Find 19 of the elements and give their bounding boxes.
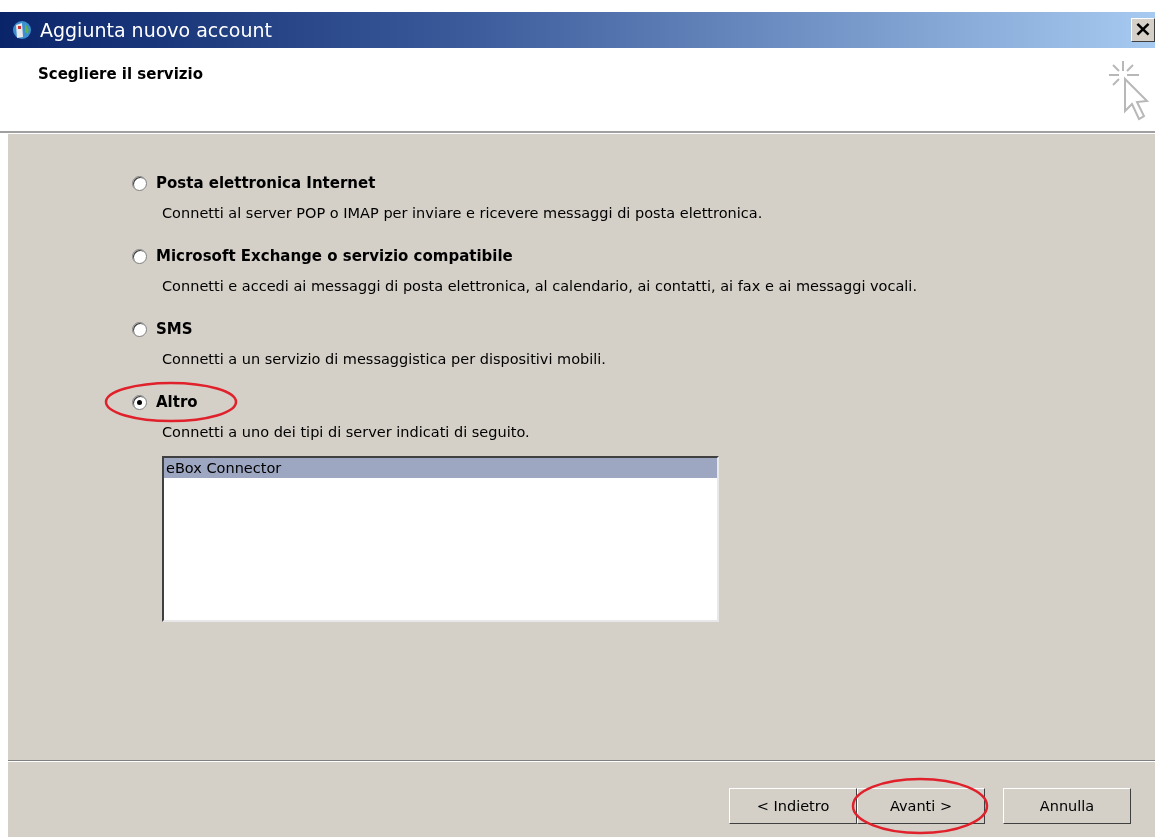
option-description: Connetti al server POP o IMAP per inviare e ricevere messaggi di posta elettronica. (162, 205, 764, 221)
option-description: Connetti a uno dei tipi di server indicati di seguito. (162, 424, 531, 440)
option-description: Connetti e accedi ai messaggi di posta elettronica, al calendario, ai contatti, ai fax e ai messaggi vocali. (162, 278, 918, 294)
window-title: Aggiunta nuovo account (40, 19, 272, 41)
option-label: Microsoft Exchange o servizio compatibile (156, 247, 513, 265)
radio-button[interactable] (132, 248, 147, 264)
globe-icon (10, 19, 32, 41)
option-label: Altro (156, 393, 198, 411)
wizard-button[interactable]: Avanti > (857, 787, 985, 824)
option-description: Connetti a un servizio di messaggistica per dispositivi mobili. (162, 351, 607, 367)
server-list[interactable]: eBox Connector (162, 456, 719, 622)
wizard-button[interactable]: < Indietro (729, 787, 857, 824)
list-item[interactable]: eBox Connector (164, 458, 717, 478)
radio-button[interactable] (132, 394, 147, 410)
close-button[interactable]: × (1131, 18, 1155, 42)
wizard-button[interactable]: Annulla (1003, 787, 1131, 824)
page-heading: Scegliere il servizio (38, 65, 203, 85)
option-label: Posta elettronica Internet (156, 174, 376, 192)
option-label: SMS (156, 320, 193, 338)
